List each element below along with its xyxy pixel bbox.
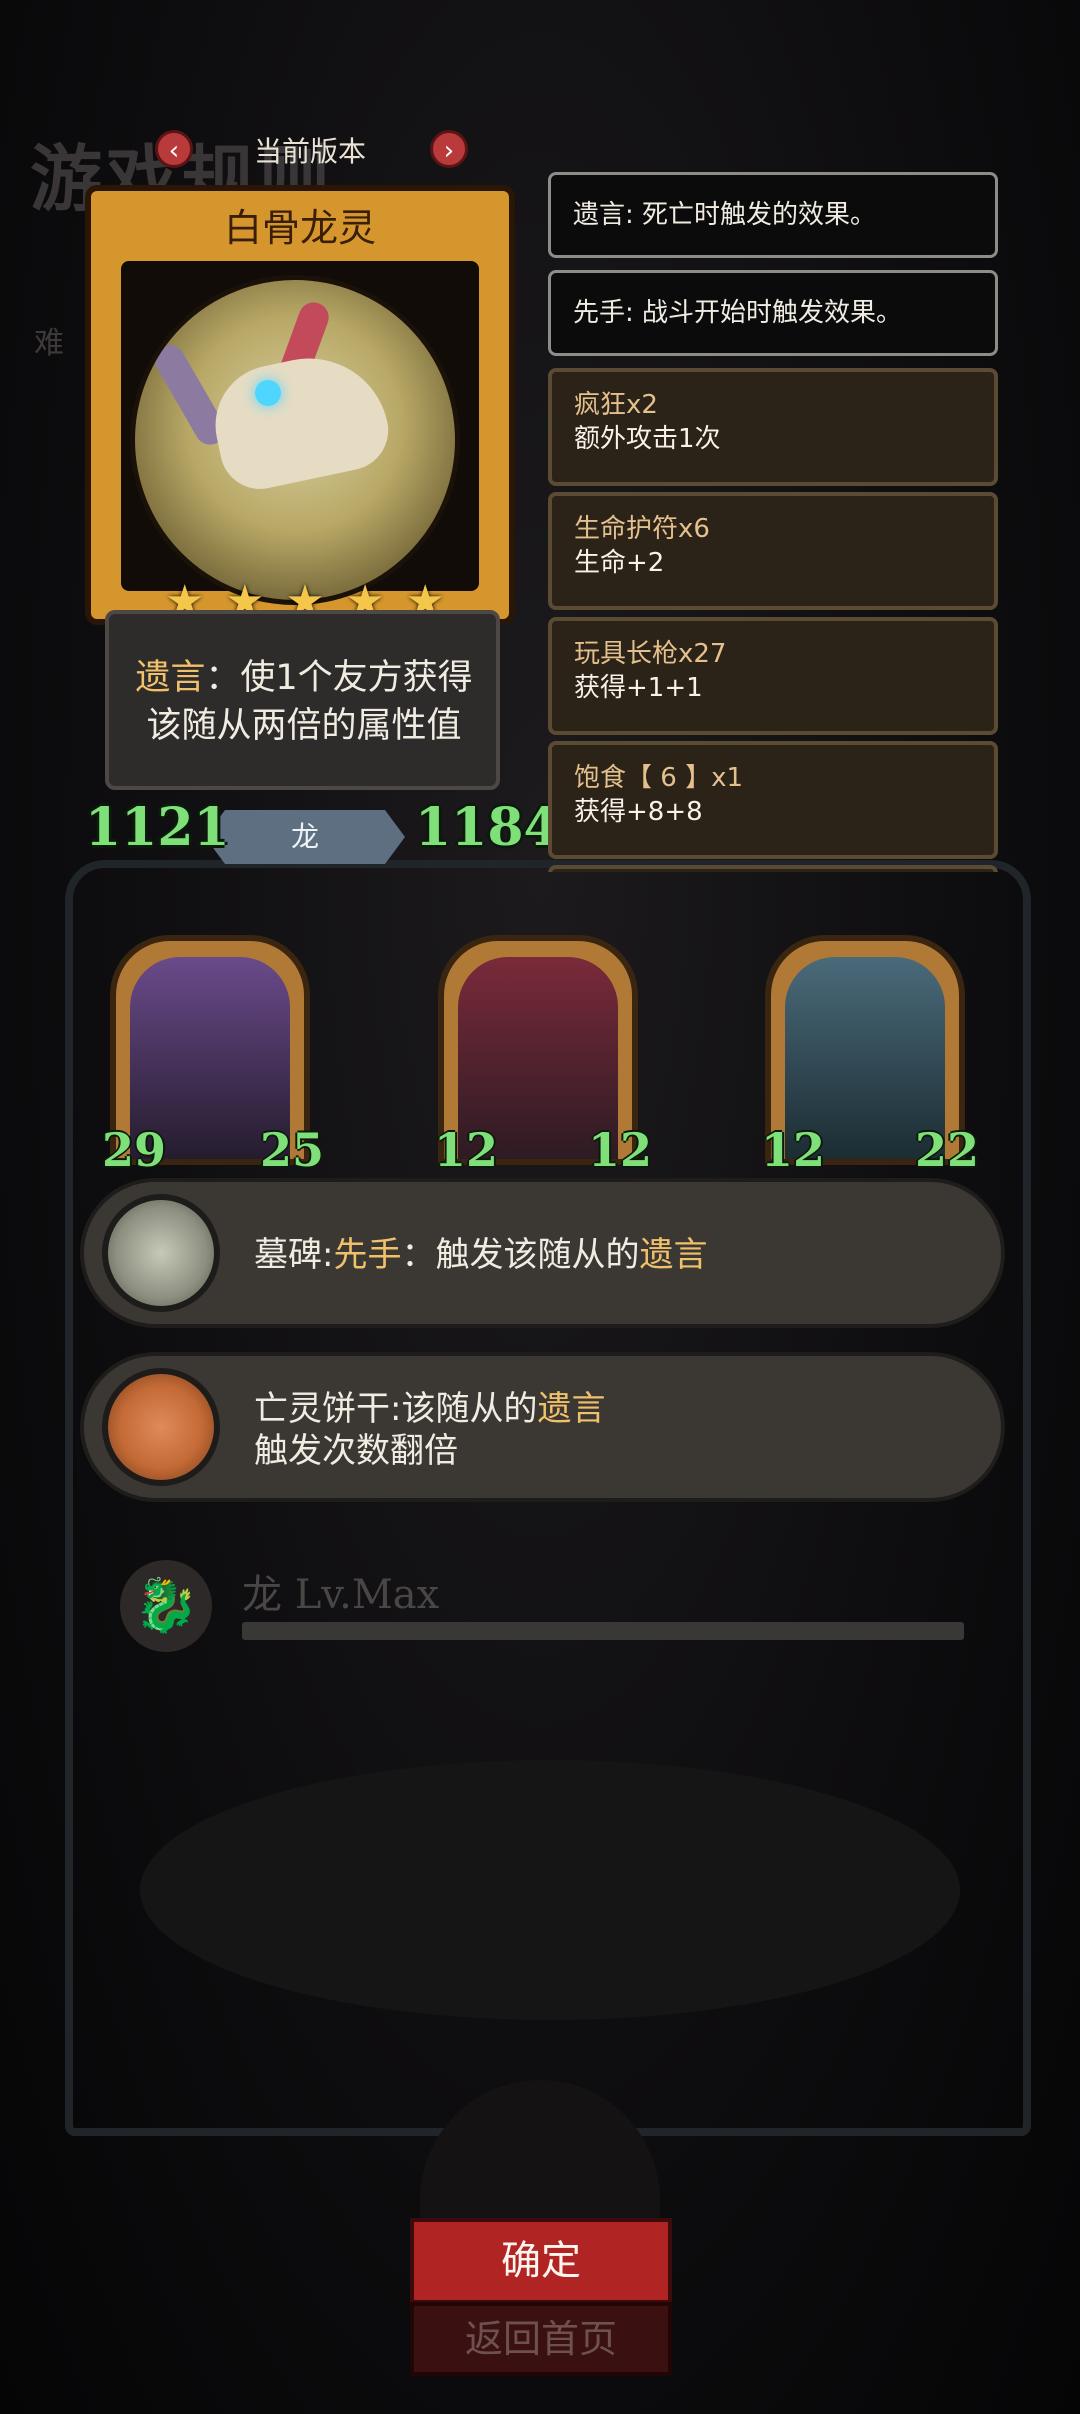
team-minion[interactable]: 12 22 — [761, 935, 979, 1177]
race-level: 🐉 龙 Lv.Max — [120, 1560, 980, 1660]
attack-stat: 1121 — [85, 797, 230, 858]
enchant-name: 亡灵饼干: — [254, 1389, 402, 1429]
enchant-undead-cookie[interactable]: 亡灵饼干:该随从的遗言 触发次数翻倍 — [80, 1352, 1005, 1502]
glowing-eye — [255, 380, 281, 406]
enchant-name: 墓碑: — [254, 1235, 334, 1275]
minion-attack: 12 — [434, 1123, 499, 1177]
dragon-skull — [204, 343, 396, 497]
desc-line2: 该随从两倍的属性值 — [146, 706, 462, 746]
dragon-icon: 🐉 — [120, 1560, 212, 1652]
keyword-deathrattle: 遗言: 死亡时触发的效果。 — [548, 172, 998, 258]
background-difficulty: 难 — [34, 326, 64, 361]
bone-dragon-portrait — [130, 275, 460, 605]
race-tag: 龙 — [205, 810, 405, 864]
minion-card: 白骨龙灵 ★ ★ ★ ★ ★ 遗言：使1个友方获得 该随从两倍的属性值 龙 11… — [85, 185, 560, 864]
card-description: 遗言：使1个友方获得 该随从两倍的属性值 — [105, 610, 500, 790]
skull-cookie-icon — [102, 1368, 220, 1486]
minion-health: 12 — [588, 1123, 653, 1177]
card-name: 白骨龙灵 — [223, 206, 376, 250]
chevron-left-icon: ‹ — [168, 136, 180, 166]
version-label: 当前版本 — [253, 135, 366, 168]
keyword-first-strike: 先手: 战斗开始时触发效果。 — [548, 270, 998, 356]
desc-line1: 使1个友方获得 — [240, 658, 473, 698]
buff-item: 玩具长枪x27 获得+1+1 — [548, 617, 998, 735]
background-cloud — [140, 1760, 960, 2020]
buff-item: 饱食【 6 】x1 获得+8+8 — [548, 741, 998, 859]
race-level-label: 龙 Lv.Max — [242, 1572, 440, 1618]
buff-item — [548, 865, 998, 872]
chevron-right-icon: › — [443, 136, 455, 166]
info-panel[interactable]: 遗言: 死亡时触发的效果。 先手: 战斗开始时触发效果。 疯狂x2 额外攻击1次… — [548, 172, 1000, 872]
minion-health: 25 — [260, 1123, 325, 1177]
desc-keyword: 遗言 — [135, 658, 206, 698]
next-version-button[interactable]: › — [430, 130, 468, 168]
enchant-tombstone[interactable]: 墓碑:先手：触发该随从的遗言 — [80, 1178, 1005, 1328]
buff-item: 生命护符x6 生命+2 — [548, 492, 998, 610]
minion-attack: 12 — [761, 1123, 826, 1177]
tombstone-icon — [102, 1194, 220, 1312]
confirm-button[interactable]: 确定 — [410, 2218, 672, 2304]
health-stat: 1184 — [415, 797, 560, 858]
prev-version-button[interactable]: ‹ — [155, 130, 193, 168]
return-home-button[interactable]: 返回首页 — [410, 2302, 672, 2376]
buff-item: 疯狂x2 额外攻击1次 — [548, 368, 998, 486]
team-minion[interactable]: 29 25 — [102, 935, 324, 1177]
minion-attack: 29 — [102, 1123, 167, 1177]
team-minion[interactable]: 12 12 — [434, 935, 652, 1177]
race-level-bar — [242, 1622, 964, 1640]
minion-health: 22 — [915, 1123, 980, 1177]
